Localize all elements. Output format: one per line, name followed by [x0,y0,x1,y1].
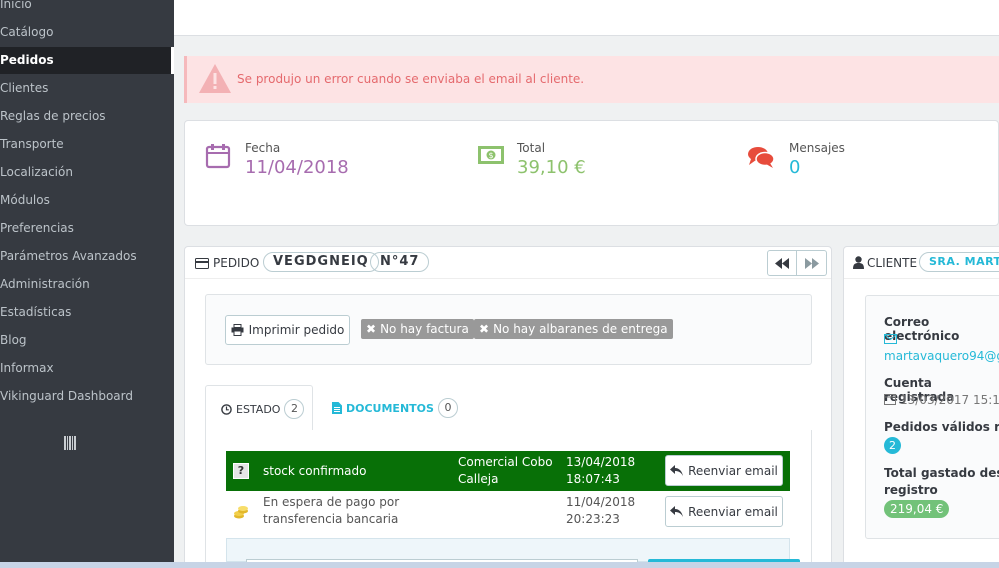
kpi-fecha-label: Fecha [245,141,281,155]
client-panel: CLIENTE SRA. MARTA V [843,246,999,568]
kpi-total: Total 39,10 € [517,141,586,178]
kpi-fecha: Fecha 11/04/2018 [245,141,349,178]
resend-email-button[interactable]: Reenviar email [665,455,783,486]
client-email-link[interactable]: martavaquero94@gm [884,349,999,363]
coins-icon [234,506,248,519]
order-reference-badge: VEGDGNEIQ [263,252,379,272]
no-invoice-text: No hay factura [380,322,469,336]
status-name: En espera de pago por [263,495,400,509]
client-heading: CLIENTE [867,256,918,270]
credit-card-icon [195,258,209,269]
print-order-button[interactable]: Imprimir pedido [225,315,350,345]
sidebar-item-pedidos[interactable]: Pedidos [0,47,174,74]
tab-documentos[interactable]: DOCUMENTOS 0 [332,398,458,418]
file-icon [332,402,342,414]
order-panel-header: PEDIDO VEGDGNEIQ N°47 [185,247,831,279]
kpi-total-label: Total [517,141,546,155]
status-time: 18:07:43 [566,472,620,486]
client-name-badge[interactable]: SRA. MARTA V [919,252,999,272]
valid-orders-label: Pedidos válidos rea [884,420,999,434]
forward-icon [804,257,819,269]
tab-estado[interactable]: ESTADO 2 [205,385,313,431]
resend-email-label: Reenviar email [688,504,778,519]
client-panel-header: CLIENTE SRA. MARTA V [844,247,999,279]
order-actions-well: Imprimir pedido ✖ No hay factura ✖ No ha… [205,294,812,365]
sidebar-item-parametros-avanzados[interactable]: Parámetros Avanzados [0,243,174,270]
sidebar-item-localizacion[interactable]: Localización [0,159,174,186]
kpi-fecha-value: 11/04/2018 [245,157,349,178]
no-delivery-text: No hay albaranes de entrega [493,322,668,336]
employee-name: Calleja [458,472,499,486]
question-icon: ? [233,463,249,479]
email-label: Correo electrónico [884,315,960,343]
kpi-mensajes: Mensajes 0 [789,141,845,178]
table-row: En espera de pago por transferencia banc… [226,491,790,531]
sidebar-item-inicio[interactable]: Inicio [0,0,174,18]
total-spent-label: Total gastado desde [884,466,999,480]
sidebar-item-informax[interactable]: Informax [0,355,174,382]
table-row: ? stock confirmado Comercial Cobo Callej… [226,451,790,491]
resend-email-button[interactable]: Reenviar email [665,496,783,527]
sidebar-item-preferencias[interactable]: Preferencias [0,215,174,242]
envelope-icon[interactable] [884,334,897,344]
order-heading: PEDIDO [213,256,260,270]
kpi-total-value: 39,10 € [517,157,586,178]
times-icon: ✖ [479,322,490,336]
sidebar-item-administracion[interactable]: Administración [0,271,174,298]
status-date: 11/04/2018 [566,495,636,509]
no-delivery-label: ✖ No hay albaranes de entrega [474,319,673,339]
sidebar-item-vikinguard-dashboard[interactable]: Vikinguard Dashboard [0,383,174,410]
alert-text: Se produjo un error cuando se enviaba el… [237,72,585,86]
resend-email-label: Reenviar email [688,463,778,478]
error-alert: Se produjo un error cuando se enviaba el… [184,56,999,103]
status-name: stock confirmado [263,464,367,478]
sidebar-item-modulos[interactable]: Módulos [0,187,174,214]
no-invoice-label: ✖ No hay factura [361,319,474,339]
sidebar-item-transporte[interactable]: Transporte [0,131,174,158]
kpi-mensajes-label: Mensajes [789,141,845,155]
status-change-form [226,538,800,567]
reply-icon [670,506,684,517]
employee-name: Comercial Cobo [458,455,553,469]
calendar-icon [884,394,896,405]
order-number-badge: N°47 [370,252,430,272]
clock-icon [221,403,232,415]
collapse-menu-icon[interactable] [64,436,76,450]
status-time: 20:23:23 [566,512,620,526]
times-icon: ✖ [366,322,377,336]
kpi-mensajes-value: 0 [789,157,801,178]
sidebar-item-reglas-de-precios[interactable]: Reglas de precios [0,103,174,130]
total-spent-badge: 219,04 € [884,500,950,518]
status-name: transferencia bancaria [263,512,399,526]
sidebar-item-estadisticas[interactable]: Estadísticas [0,299,174,326]
status-date: 13/04/2018 [566,455,636,469]
sidebar: Inicio Catálogo Pedidos Clientes Reglas de p… [0,0,174,568]
order-kpi-card: Fecha 11/04/2018 $ Total 39,10 € Mensaje… [184,120,999,226]
tab-estado-count: 2 [284,399,305,419]
reply-icon [670,465,684,476]
svg-text:$: $ [488,151,493,160]
top-header [174,0,999,36]
backward-icon [775,257,789,269]
warning-icon [199,64,231,93]
total-spent-label: registro [884,483,938,497]
registered-date: 13/03/2017 15:17 [900,393,999,407]
sidebar-item-blog[interactable]: Blog [0,327,174,354]
next-order-button[interactable] [797,250,827,276]
comments-icon [748,147,775,168]
valid-orders-badge: 2 [884,437,901,454]
user-icon [853,256,864,269]
tab-documentos-label: DOCUMENTOS [346,401,434,415]
tab-documentos-count: 0 [437,398,458,418]
sidebar-item-clientes[interactable]: Clientes [0,75,174,102]
tab-estado-label: ESTADO [236,402,281,416]
money-icon: $ [478,146,504,164]
os-taskbar [0,562,999,568]
print-order-label: Imprimir pedido [248,323,345,337]
calendar-icon [205,144,231,169]
print-icon [231,324,244,336]
previous-order-button[interactable] [767,250,797,276]
sidebar-item-catalogo[interactable]: Catálogo [0,19,174,46]
